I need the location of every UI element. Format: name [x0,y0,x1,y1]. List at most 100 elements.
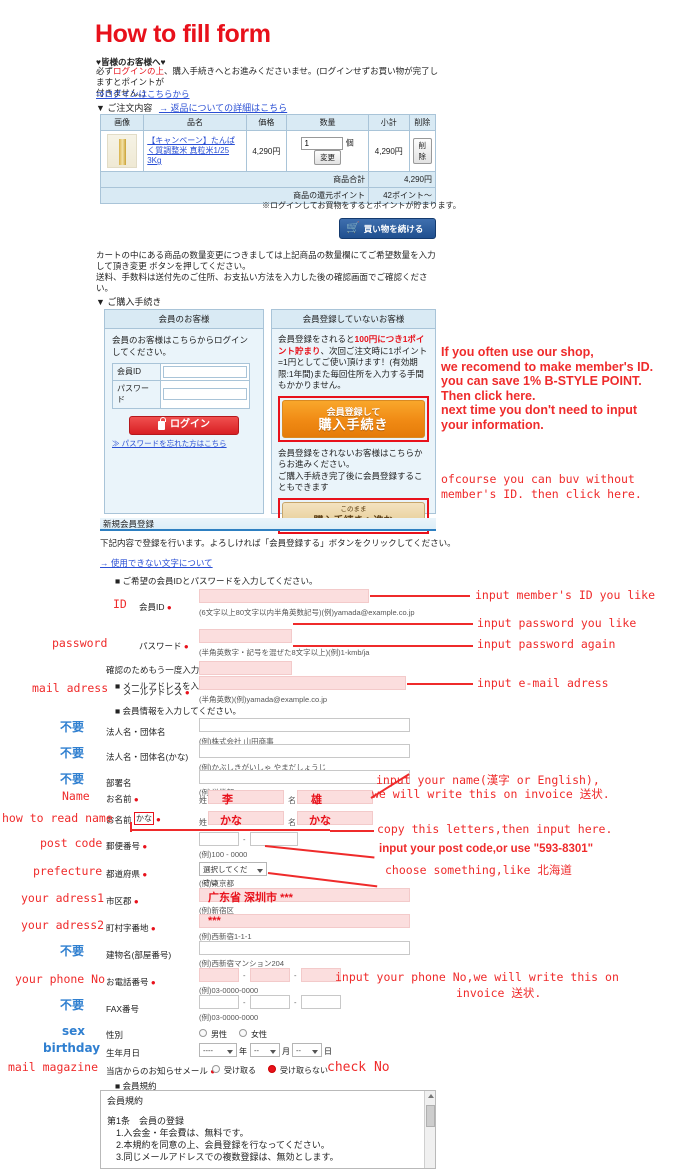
terms-l2: 1.入会金・年会費は、無料です。 [107,1128,249,1138]
required-mark: ● [133,795,139,804]
postcode-field-1[interactable] [199,832,239,846]
field-label-company-kana: 法人名・団体名(かな) [106,752,189,762]
th-image: 画像 [99,114,145,131]
field-label-mail-magazine: 当店からのお知らせメール ● [106,1065,215,1077]
birth-month-value: -- [254,1046,259,1055]
prefecture-select[interactable]: 選択してください [199,862,267,887]
hint-fax: (例)03-0000-0000 [199,1013,259,1022]
login-button[interactable]: ログイン [129,415,239,435]
required-mark: ● [156,815,161,824]
leader-line-email [407,683,473,685]
annotation-name-line1: input your name(漢字 or English), [376,773,600,787]
mail-opt-no-radio[interactable] [268,1065,276,1073]
forgot-password-link[interactable]: ≫ パスワードを忘れた方はこちら [112,438,256,450]
label-text-mail-magazine: 当店からのお知らせメール [106,1066,208,1076]
name-sei-field[interactable] [208,790,284,804]
gender-female-radio[interactable] [239,1029,247,1037]
lock-icon [158,417,166,430]
annotation-guest-block: ofcourse you can buv without member's ID… [441,472,642,501]
annotation-left-birthday: birthday [43,1041,101,1055]
field-label-email: メールアドレス ● [123,686,190,698]
phone-separator-1: - [243,971,246,980]
guest-registration-box: 会員登録していないお客様 会員登録をされると100円につき1ポイント貯まり、次回… [271,309,436,534]
product-name-link[interactable]: 【キャンペーン】たんぱく質調整米 真粒米1/25 3Kg [147,136,242,166]
gender-male-radio[interactable] [199,1029,207,1037]
mail-opt-yes-radio[interactable] [212,1065,220,1073]
product-price: 4,290円 [245,130,288,172]
postcode-field-2[interactable] [250,832,298,846]
delete-button[interactable]: 削除 [412,138,432,164]
continue-shopping-button[interactable]: 🛒 買い物を続ける [339,218,436,239]
phone-field-1[interactable] [199,968,239,982]
terms-scrollbar[interactable] [424,1091,435,1168]
city-value: 广东省 深圳市 *** [208,892,293,904]
phone-field-2[interactable] [250,968,290,982]
th-subtotal: 小計 [368,114,410,131]
leader-line-postcode [264,845,375,859]
change-quantity-button[interactable]: 変更 [314,150,342,165]
fax-field-1[interactable] [199,995,239,1009]
purchase-section-heading: ▼ ご購入手続き [96,297,162,307]
subheading-id-password: ■ ご希望の会員IDとパスワードを入力してください。 [115,576,318,586]
guest-desc-e: 会員登録をされないお客様はこちらからお進みください。 [278,447,423,470]
member-box-body: 会員のお客様はこちらからログインしてください。 会員ID パスワード ログイン … [105,329,263,455]
required-mark: ● [150,978,156,987]
password-confirm-field[interactable] [199,661,292,675]
guest-button-line1: このまま [340,506,367,513]
charset-link[interactable]: → 使用できない文字について [100,557,213,569]
email-field[interactable] [199,676,406,690]
register-and-purchase-button[interactable]: 会員登録して 購入手続き [282,399,425,438]
member-id-field[interactable] [199,589,369,603]
name-mei-field[interactable] [297,790,373,804]
terms-l1: 第1条 会員の登録 [107,1116,185,1126]
field-label-name: お名前 ● [106,793,139,805]
hint-password: (半角英数字・記号を混ぜた8文字以上)(例)1-kmb/ja [199,648,370,657]
phone-separator-2: - [294,971,297,980]
company-kana-field[interactable] [199,744,410,758]
scroll-up-icon[interactable] [427,1094,434,1098]
field-label-password: パスワード ● [139,640,189,652]
login-id-cell [160,363,250,381]
birth-day-value: -- [296,1046,301,1055]
kana-sei-prefix: 姓 [199,818,207,827]
fax-field-3[interactable] [301,995,341,1009]
gender-female-label: 女性 [251,1030,267,1039]
return-policy-link[interactable]: → 返品についての詳細はこちら [159,103,287,113]
password-field[interactable] [199,629,292,643]
annotation-left-address1: your adress1 [21,891,105,905]
scrollbar-thumb[interactable] [426,1105,435,1127]
quantity-input[interactable] [301,137,344,150]
birth-year-select[interactable]: ---- [199,1043,237,1057]
building-field[interactable] [199,941,410,955]
address2-value: *** [208,915,221,927]
hint-email: (半角英数)(例)yamada@example.co.jp [199,695,328,704]
required-mark: ● [133,897,139,906]
terms-box[interactable]: 会員規約 第1条 会員の登録 1.入会金・年会費は、無料です。 2.本規約を同意… [100,1090,436,1169]
name-sei-prefix: 姓 [199,796,207,805]
cart-desc-3: 送料、手数料は送付先のご住所、お支払い方法を入力した後の確認画面でご確認ください… [96,272,428,293]
intro-login-link-text: ⇒ログインはこちらから [96,89,190,99]
intro-login-link[interactable]: ⇒ログインはこちらから [96,88,190,100]
leader-line-member-id [370,595,470,597]
member-id-input[interactable] [163,365,247,378]
label-text-prefecture: 都道府県 [106,869,141,879]
fax-field-2[interactable] [250,995,290,1009]
th-name: 品名 [143,114,247,131]
annotation-postcode: input your post code,or use "593-8301" [379,843,594,855]
company-field[interactable] [199,718,410,732]
point-note: ※ログインしてお買物をするとポイントが貯まります。 [262,201,461,210]
password-input[interactable] [163,388,247,400]
field-label-birthday: 生年月日 [106,1048,141,1058]
th-qty: 数量 [286,114,370,131]
field-label-phone: お電話番号 ● [106,976,156,988]
address2-field[interactable] [199,914,410,928]
field-label-building: 建物名(部屋番号) [106,950,172,960]
birth-year-value: ---- [203,1046,213,1055]
th-price: 価格 [245,114,288,131]
birth-day-select[interactable]: -- [292,1043,322,1057]
birth-month-select[interactable]: -- [250,1043,280,1057]
shopping-cart-icon: 🛒 [346,222,360,234]
field-label-address2: 町村字番地 ● [106,922,156,934]
label-text-email: メールアドレス [123,687,183,697]
intro-line1-red: ログインの上 [113,66,165,76]
